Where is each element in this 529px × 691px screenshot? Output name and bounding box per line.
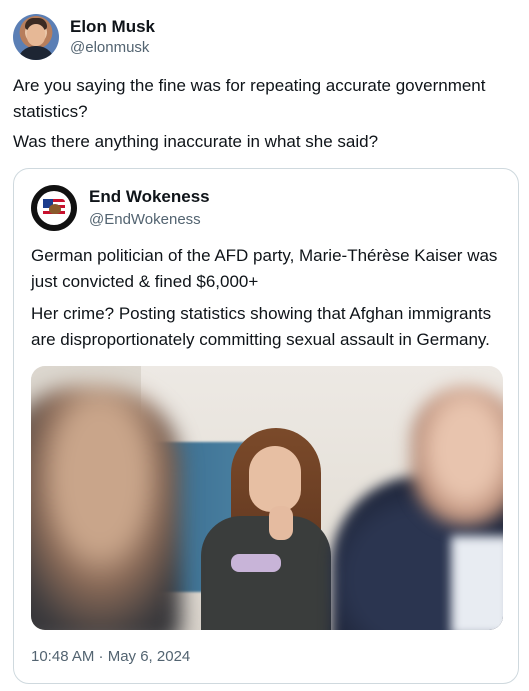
quoted-tweet-card[interactable]: End Wokeness @EndWokeness German politic… [13,168,519,684]
quoted-media-photo[interactable] [31,366,503,630]
photo-blurred-shirt [451,536,503,630]
quoted-header: End Wokeness @EndWokeness [31,185,210,231]
avatar-shirt [17,46,55,60]
quoted-paragraph: Her crime? Posting statistics showing th… [31,304,492,349]
author-display-name[interactable]: Elon Musk [70,17,155,37]
quoted-names: End Wokeness @EndWokeness [89,187,210,228]
tweet-paragraph: Are you saying the fine was for repeatin… [13,76,486,121]
quoted-handle[interactable]: @EndWokeness [89,211,210,229]
tweet-header: Elon Musk @elonmusk [13,14,155,60]
photo-subject-face [249,446,301,512]
tweet-paragraph: Was there anything inaccurate in what sh… [13,132,379,151]
photo-blurred-head-right [411,386,503,526]
author-avatar[interactable] [13,14,59,60]
quoted-timestamp[interactable]: 10:48 AM · May 6, 2024 [31,648,190,665]
quoted-display-name[interactable]: End Wokeness [89,187,210,207]
photo-subject-hand [269,506,293,540]
eagle-icon [49,204,61,214]
photo-subject-sleeve [231,554,281,572]
avatar-face [27,24,45,46]
photo-subject-body [201,516,331,630]
quoted-body: German politician of the AFD party, Mari… [31,243,507,359]
photo-blurred-person-left [31,386,181,630]
quoted-paragraph: German politician of the AFD party, Mari… [31,246,498,291]
quoted-avatar[interactable] [31,185,77,231]
tweet: Elon Musk @elonmusk Are you saying the f… [0,0,529,691]
author-names: Elon Musk @elonmusk [70,17,155,57]
tweet-body: Are you saying the fine was for repeatin… [13,73,513,159]
author-handle[interactable]: @elonmusk [70,39,155,57]
